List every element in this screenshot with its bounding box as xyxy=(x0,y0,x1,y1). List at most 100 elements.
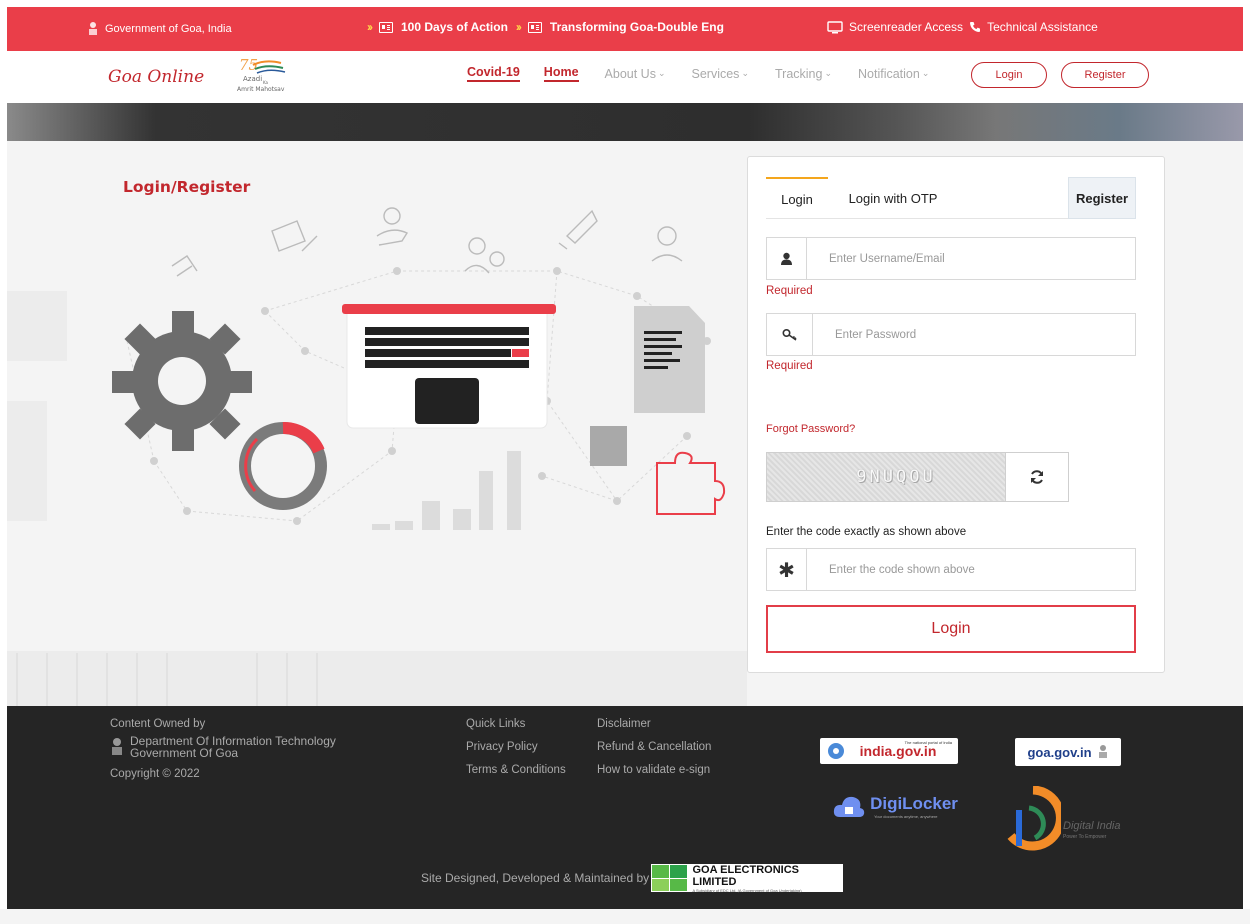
goa-online-logo[interactable]: Goa Online xyxy=(108,67,204,87)
tab-register[interactable]: Register xyxy=(1068,177,1136,219)
captcha-text: 9NUQOU xyxy=(856,467,936,487)
azadi-text-1: Azadi xyxy=(243,75,262,83)
india-portal-icon xyxy=(828,743,844,759)
azadi-text-3: Amrit Mahotsav xyxy=(237,86,285,93)
footer-link-disclaimer[interactable]: Disclaimer xyxy=(597,718,651,730)
password-field-group xyxy=(766,313,1136,356)
refresh-icon xyxy=(1031,470,1043,484)
gel-logo-icon xyxy=(651,864,688,892)
gel-name: GOA ELECTRONICS LIMITED xyxy=(692,863,799,888)
india-gov-portal-link[interactable]: india.gov.in The national portal of Indi… xyxy=(820,738,958,764)
nav-item-services[interactable]: Services ⌄ xyxy=(692,67,749,81)
goa-gov-link[interactable]: goa.gov.in xyxy=(1015,738,1121,766)
top-utility-bar: Government of Goa, India ›› 100 Days of … xyxy=(7,7,1243,51)
digilocker-link[interactable]: DigiLocker Your documents anytime, anywh… xyxy=(825,786,965,826)
goa-electronics-logo[interactable]: GOA ELECTRONICS LIMITED A Subsidiary of … xyxy=(651,863,844,893)
donut-chart-icon xyxy=(239,422,327,510)
chevron-down-icon: ⌄ xyxy=(921,68,930,78)
username-field-group xyxy=(766,237,1136,280)
document-icon xyxy=(634,306,705,413)
news-marquee[interactable]: ›› 100 Days of Action ›› Transforming Go… xyxy=(367,20,787,34)
government-label: Government of Goa, India xyxy=(87,21,232,37)
marquee-item-1[interactable]: 100 Days of Action xyxy=(401,20,508,34)
india-portal-tag: The national portal of India xyxy=(904,740,952,745)
login-page-main: Login/Register Login Login with OTP Regi… xyxy=(7,141,1243,706)
nav-item-covid[interactable]: Covid-19 xyxy=(467,65,520,82)
department-info: Department Of Information Technology Gov… xyxy=(110,735,336,759)
phone-icon xyxy=(970,22,981,32)
digital-india-link[interactable]: Digital India Power To Empower xyxy=(1005,786,1131,856)
nav-item-notification[interactable]: Notification ⌄ xyxy=(858,67,929,81)
chevron-down-icon: ⌄ xyxy=(741,68,749,78)
main-navbar: Goa Online 75 Azadi Ka Amrit Mahotsav Co… xyxy=(7,51,1243,103)
password-input[interactable] xyxy=(821,314,1121,355)
digital-india-logo-icon xyxy=(1007,786,1061,851)
goa-gov-text: goa.gov.in xyxy=(1027,744,1092,760)
india-portal-text: india.gov.in xyxy=(859,743,937,759)
page-title: Login/Register xyxy=(123,178,251,196)
laptop-icon xyxy=(342,304,556,429)
primary-nav: Covid-19 Home About Us ⌄ Services ⌄ Tracki… xyxy=(467,65,929,82)
captcha-image: 9NUQOU xyxy=(766,452,1006,502)
news-icon xyxy=(527,21,542,33)
nav-item-home[interactable]: Home xyxy=(543,65,579,82)
chevrons-icon: ›› xyxy=(515,20,522,34)
nav-item-about-us[interactable]: About Us ⌄ xyxy=(605,67,666,81)
digilocker-tag: Your documents anytime, anywhere xyxy=(874,813,938,819)
user-icon xyxy=(767,238,807,279)
logo-text: Goa Online xyxy=(108,67,205,87)
state-emblem-icon xyxy=(112,738,122,755)
forgot-password-link[interactable]: Forgot Password? xyxy=(766,423,855,435)
doodle-icons xyxy=(171,207,683,277)
state-emblem-icon xyxy=(89,22,97,35)
site-credit-text: Site Designed, Developed & Maintained by xyxy=(421,871,650,885)
nav-register-button[interactable]: Register xyxy=(1061,62,1149,88)
nav-label: Home xyxy=(543,65,579,79)
puzzle-piece-outline-icon xyxy=(656,451,726,515)
state-emblem-icon xyxy=(1098,745,1107,758)
bar-chart-icon xyxy=(372,451,521,530)
technical-assistance-link[interactable]: Technical Assistance xyxy=(987,20,1098,34)
puzzle-piece-icon xyxy=(590,426,627,466)
login-illustration xyxy=(7,207,747,706)
chevron-down-icon: ⌄ xyxy=(824,68,832,78)
azadi-text-2: Ka xyxy=(263,80,269,85)
footer-link-terms[interactable]: Terms & Conditions xyxy=(466,764,566,776)
content-owned-label: Content Owned by xyxy=(110,718,206,730)
login-submit-button[interactable]: Login xyxy=(766,605,1136,653)
digital-india-text: Digital India xyxy=(1063,820,1121,832)
page-bottom-strip xyxy=(0,909,1250,924)
gel-subtitle: A Subsidiary of EDC Ltd. (A Government o… xyxy=(692,887,802,893)
government-name: Government Of Goa xyxy=(130,746,239,760)
copyright: Copyright © 2022 xyxy=(110,768,200,780)
username-input[interactable] xyxy=(815,238,1115,279)
username-required-error: Required xyxy=(766,285,813,297)
nav-item-tracking[interactable]: Tracking ⌄ xyxy=(775,67,832,81)
screenreader-link[interactable]: Screenreader Access xyxy=(849,20,963,34)
digital-india-tag: Power To Empower xyxy=(1063,834,1107,840)
refresh-captcha-button[interactable] xyxy=(1006,452,1069,502)
footer-link-privacy-policy[interactable]: Privacy Policy xyxy=(466,741,538,753)
tab-login[interactable]: Login xyxy=(766,177,828,219)
site-credit: Site Designed, Developed & Maintained by… xyxy=(421,863,844,893)
cloud-lock-icon xyxy=(833,796,865,817)
monitor-icon xyxy=(827,20,843,33)
news-icon xyxy=(379,21,393,33)
footer-link-esign[interactable]: How to validate e-sign xyxy=(597,764,710,776)
site-footer: Content Owned by Department Of Informati… xyxy=(7,706,1243,909)
nav-label: Notification xyxy=(858,66,920,81)
captcha-input[interactable] xyxy=(815,549,1115,590)
chevrons-icon: ›› xyxy=(367,20,373,34)
login-tabs: Login Login with OTP Register xyxy=(766,177,1136,219)
tab-login-with-otp[interactable]: Login with OTP xyxy=(828,177,958,219)
azadi-ka-amrit-mahotsav-logo: 75 Azadi Ka Amrit Mahotsav xyxy=(237,56,286,93)
key-icon xyxy=(767,314,813,355)
nav-label: Tracking xyxy=(774,66,823,81)
digilocker-text: DigiLocker xyxy=(870,793,958,813)
accessibility-links: Screenreader Access Technical Assistance xyxy=(827,20,1098,34)
footer-link-quick-links[interactable]: Quick Links xyxy=(466,718,525,730)
nav-login-button[interactable]: Login xyxy=(971,62,1047,88)
government-label-text: Government of Goa, India xyxy=(105,23,232,35)
footer-link-refund[interactable]: Refund & Cancellation xyxy=(597,741,711,753)
marquee-item-2[interactable]: Transforming Goa-Double Eng xyxy=(550,20,724,34)
